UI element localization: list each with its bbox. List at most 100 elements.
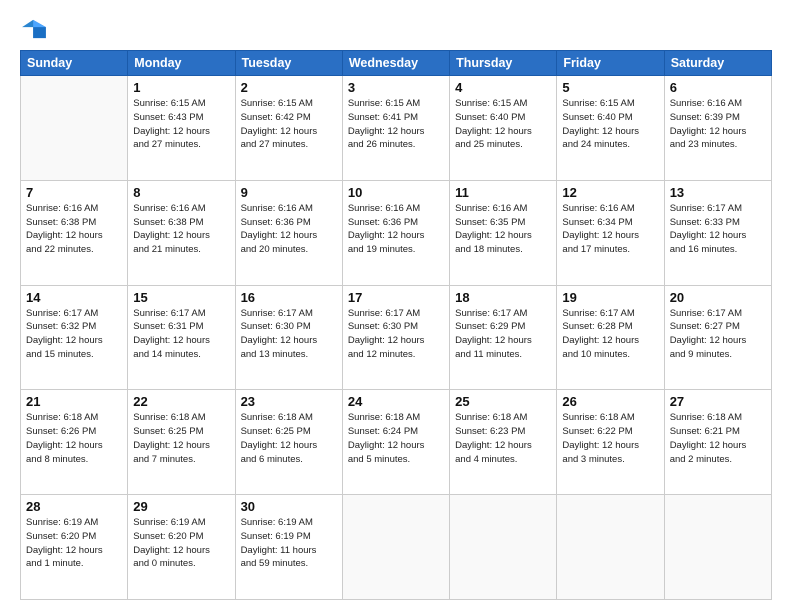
cell-info: Sunrise: 6:18 AM Sunset: 6:24 PM Dayligh… <box>348 411 444 466</box>
cell-info: Sunrise: 6:16 AM Sunset: 6:36 PM Dayligh… <box>348 202 444 257</box>
logo <box>20 18 52 40</box>
day-number: 28 <box>26 499 122 514</box>
calendar-week-row: 7 Sunrise: 6:16 AM Sunset: 6:38 PM Daylig… <box>21 180 772 285</box>
cell-info: Sunrise: 6:17 AM Sunset: 6:31 PM Dayligh… <box>133 307 229 362</box>
day-number: 12 <box>562 185 658 200</box>
day-number: 10 <box>348 185 444 200</box>
cell-info: Sunrise: 6:16 AM Sunset: 6:36 PM Dayligh… <box>241 202 337 257</box>
calendar-cell: 8Sunrise: 6:16 AM Sunset: 6:38 PM Daylig… <box>128 180 235 285</box>
calendar-cell: 6Sunrise: 6:16 AM Sunset: 6:39 PM Daylig… <box>664 76 771 181</box>
day-number: 30 <box>241 499 337 514</box>
header <box>20 18 772 40</box>
calendar-cell: 24 Sunrise: 6:18 AM Sunset: 6:24 PM Dayli… <box>342 390 449 495</box>
calendar-cell <box>557 495 664 600</box>
calendar-cell: 26 Sunrise: 6:18 AM Sunset: 6:22 PM Dayli… <box>557 390 664 495</box>
calendar-cell: 16 Sunrise: 6:17 AM Sunset: 6:30 PM Dayli… <box>235 285 342 390</box>
day-number: 23 <box>241 394 337 409</box>
calendar-cell: 22Sunrise: 6:18 AM Sunset: 6:25 PM Dayli… <box>128 390 235 495</box>
day-number: 21 <box>26 394 122 409</box>
day-number: 26 <box>562 394 658 409</box>
cell-info: Sunrise: 6:15 AM Sunset: 6:41 PM Dayligh… <box>348 97 444 152</box>
calendar-cell <box>342 495 449 600</box>
day-number: 2 <box>241 80 337 95</box>
weekday-header: Monday <box>128 51 235 76</box>
calendar-cell: 12 Sunrise: 6:16 AM Sunset: 6:34 PM Dayli… <box>557 180 664 285</box>
day-number: 7 <box>26 185 122 200</box>
calendar-cell: 14 Sunrise: 6:17 AM Sunset: 6:32 PM Dayli… <box>21 285 128 390</box>
day-number: 20 <box>670 290 766 305</box>
calendar-cell: 17 Sunrise: 6:17 AM Sunset: 6:30 PM Dayli… <box>342 285 449 390</box>
cell-info: Sunrise: 6:15 AM Sunset: 6:40 PM Dayligh… <box>455 97 551 152</box>
cell-info: Sunrise: 6:18 AM Sunset: 6:23 PM Dayligh… <box>455 411 551 466</box>
calendar-cell: 27 Sunrise: 6:18 AM Sunset: 6:21 PM Dayli… <box>664 390 771 495</box>
weekday-header: Tuesday <box>235 51 342 76</box>
calendar-cell: 10 Sunrise: 6:16 AM Sunset: 6:36 PM Dayli… <box>342 180 449 285</box>
day-number: 11 <box>455 185 551 200</box>
calendar-cell: 15 Sunrise: 6:17 AM Sunset: 6:31 PM Dayli… <box>128 285 235 390</box>
calendar-cell <box>664 495 771 600</box>
calendar-cell: 2 Sunrise: 6:15 AM Sunset: 6:42 PM Daylig… <box>235 76 342 181</box>
calendar-cell: 13 Sunrise: 6:17 AM Sunset: 6:33 PM Dayli… <box>664 180 771 285</box>
calendar-cell: 23Sunrise: 6:18 AM Sunset: 6:25 PM Dayli… <box>235 390 342 495</box>
day-number: 27 <box>670 394 766 409</box>
weekday-header: Sunday <box>21 51 128 76</box>
calendar-cell <box>21 76 128 181</box>
cell-info: Sunrise: 6:17 AM Sunset: 6:30 PM Dayligh… <box>348 307 444 362</box>
cell-info: Sunrise: 6:16 AM Sunset: 6:38 PM Dayligh… <box>133 202 229 257</box>
calendar-cell: 18Sunrise: 6:17 AM Sunset: 6:29 PM Dayli… <box>450 285 557 390</box>
calendar-week-row: 28 Sunrise: 6:19 AM Sunset: 6:20 PM Dayli… <box>21 495 772 600</box>
cell-info: Sunrise: 6:17 AM Sunset: 6:30 PM Dayligh… <box>241 307 337 362</box>
calendar-cell: 25 Sunrise: 6:18 AM Sunset: 6:23 PM Dayli… <box>450 390 557 495</box>
weekday-header-row: SundayMondayTuesdayWednesdayThursdayFrid… <box>21 51 772 76</box>
day-number: 19 <box>562 290 658 305</box>
day-number: 3 <box>348 80 444 95</box>
day-number: 24 <box>348 394 444 409</box>
day-number: 29 <box>133 499 229 514</box>
day-number: 9 <box>241 185 337 200</box>
cell-info: Sunrise: 6:17 AM Sunset: 6:33 PM Dayligh… <box>670 202 766 257</box>
weekday-header: Thursday <box>450 51 557 76</box>
day-number: 14 <box>26 290 122 305</box>
cell-info: Sunrise: 6:19 AM Sunset: 6:20 PM Dayligh… <box>26 516 122 571</box>
calendar-cell: 7 Sunrise: 6:16 AM Sunset: 6:38 PM Daylig… <box>21 180 128 285</box>
day-number: 15 <box>133 290 229 305</box>
day-number: 17 <box>348 290 444 305</box>
calendar-cell: 21 Sunrise: 6:18 AM Sunset: 6:26 PM Dayli… <box>21 390 128 495</box>
logo-icon <box>20 18 48 40</box>
cell-info: Sunrise: 6:16 AM Sunset: 6:34 PM Dayligh… <box>562 202 658 257</box>
calendar-week-row: 1 Sunrise: 6:15 AM Sunset: 6:43 PM Daylig… <box>21 76 772 181</box>
cell-info: Sunrise: 6:16 AM Sunset: 6:39 PM Dayligh… <box>670 97 766 152</box>
day-number: 5 <box>562 80 658 95</box>
weekday-header: Friday <box>557 51 664 76</box>
calendar-cell <box>450 495 557 600</box>
day-number: 16 <box>241 290 337 305</box>
day-number: 4 <box>455 80 551 95</box>
calendar-cell: 5 Sunrise: 6:15 AM Sunset: 6:40 PM Daylig… <box>557 76 664 181</box>
calendar-cell: 1 Sunrise: 6:15 AM Sunset: 6:43 PM Daylig… <box>128 76 235 181</box>
cell-info: Sunrise: 6:18 AM Sunset: 6:26 PM Dayligh… <box>26 411 122 466</box>
calendar-cell: 20 Sunrise: 6:17 AM Sunset: 6:27 PM Dayli… <box>664 285 771 390</box>
calendar-table: SundayMondayTuesdayWednesdayThursdayFrid… <box>20 50 772 600</box>
cell-info: Sunrise: 6:19 AM Sunset: 6:20 PM Dayligh… <box>133 516 229 571</box>
cell-info: Sunrise: 6:15 AM Sunset: 6:43 PM Dayligh… <box>133 97 229 152</box>
cell-info: Sunrise: 6:15 AM Sunset: 6:40 PM Dayligh… <box>562 97 658 152</box>
weekday-header: Saturday <box>664 51 771 76</box>
day-number: 25 <box>455 394 551 409</box>
day-number: 1 <box>133 80 229 95</box>
cell-info: Sunrise: 6:17 AM Sunset: 6:32 PM Dayligh… <box>26 307 122 362</box>
cell-info: Sunrise: 6:19 AM Sunset: 6:19 PM Dayligh… <box>241 516 337 571</box>
day-number: 22 <box>133 394 229 409</box>
calendar-cell: 30 Sunrise: 6:19 AM Sunset: 6:19 PM Dayli… <box>235 495 342 600</box>
calendar-cell: 19 Sunrise: 6:17 AM Sunset: 6:28 PM Dayli… <box>557 285 664 390</box>
cell-info: Sunrise: 6:17 AM Sunset: 6:27 PM Dayligh… <box>670 307 766 362</box>
calendar-cell: 29 Sunrise: 6:19 AM Sunset: 6:20 PM Dayli… <box>128 495 235 600</box>
day-number: 13 <box>670 185 766 200</box>
cell-info: Sunrise: 6:16 AM Sunset: 6:38 PM Dayligh… <box>26 202 122 257</box>
calendar-cell: 4 Sunrise: 6:15 AM Sunset: 6:40 PM Daylig… <box>450 76 557 181</box>
cell-info: Sunrise: 6:18 AM Sunset: 6:21 PM Dayligh… <box>670 411 766 466</box>
cell-info: Sunrise: 6:15 AM Sunset: 6:42 PM Dayligh… <box>241 97 337 152</box>
cell-info: Sunrise: 6:18 AM Sunset: 6:22 PM Dayligh… <box>562 411 658 466</box>
cell-info: Sunrise: 6:17 AM Sunset: 6:28 PM Dayligh… <box>562 307 658 362</box>
calendar-week-row: 14 Sunrise: 6:17 AM Sunset: 6:32 PM Dayli… <box>21 285 772 390</box>
calendar-week-row: 21 Sunrise: 6:18 AM Sunset: 6:26 PM Dayli… <box>21 390 772 495</box>
